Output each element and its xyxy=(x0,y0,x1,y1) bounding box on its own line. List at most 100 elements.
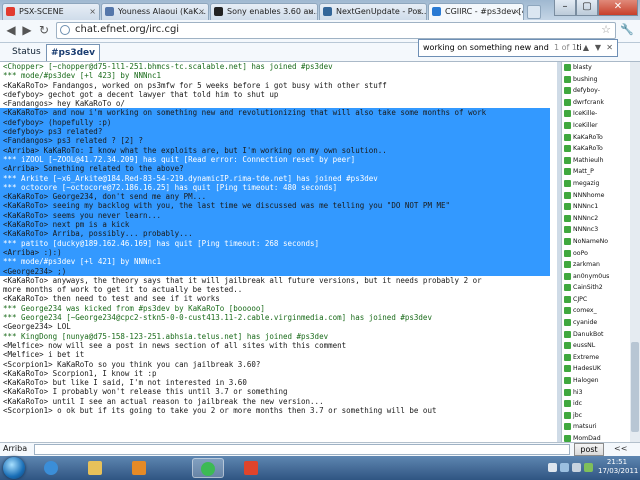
tab-close-icon[interactable]: × xyxy=(198,4,205,19)
nick-list-item[interactable]: IceKille- xyxy=(562,108,630,120)
nick-list-item[interactable]: KaKaRoTo xyxy=(562,132,630,144)
find-close-icon[interactable]: ✕ xyxy=(606,40,613,56)
nick-name: Halogen xyxy=(573,377,599,385)
windows-taskbar: 21:51 17/03/2011 xyxy=(0,456,640,480)
nick-list-item[interactable]: NNNnc1 xyxy=(562,201,630,213)
nick-list-item[interactable]: Mathieulh xyxy=(562,155,630,167)
media-player-icon xyxy=(132,461,146,475)
nick-list-item[interactable]: Matt_P xyxy=(562,166,630,178)
flag-icon[interactable] xyxy=(548,463,557,472)
chat-line: <defyboy> gechot got a decent lawyer tha… xyxy=(3,89,279,99)
nick-list-item[interactable]: Extreme xyxy=(562,352,630,364)
nick-list-item[interactable]: dwrfcrank xyxy=(562,97,630,109)
browser-tab[interactable]: NextGenUpdate - Pos... × xyxy=(319,3,427,20)
tab-status[interactable]: Status xyxy=(8,44,45,60)
nick-list-item[interactable]: NoNameNo xyxy=(562,236,630,248)
tab-label: CGIIRC - #ps3dev [4... xyxy=(445,7,523,16)
nick-list-item[interactable]: matsuri xyxy=(562,421,630,433)
back-icon[interactable]: ◀ xyxy=(4,23,18,37)
user-status-icon xyxy=(564,121,571,129)
user-status-icon xyxy=(564,214,571,222)
volume-icon[interactable] xyxy=(572,463,581,472)
nick-list-item[interactable]: MomDad xyxy=(562,433,630,442)
nick-list-item[interactable]: zarkman xyxy=(562,259,630,271)
nick-list-item[interactable]: Halogen xyxy=(562,375,630,387)
reload-icon[interactable]: ↻ xyxy=(37,23,51,37)
browser-tab[interactable]: Sony enables 3.60 au... × xyxy=(210,3,318,20)
nick-list-item[interactable]: KaKaRoTo xyxy=(562,143,630,155)
chat-line: <Melfice> i bet it xyxy=(3,350,85,360)
tab-label: PSX-SCENE xyxy=(19,7,64,16)
nick-list-item[interactable]: megazig xyxy=(562,178,630,190)
taskbar-button[interactable] xyxy=(124,458,156,478)
tab-ps3dev[interactable]: #ps3dev xyxy=(46,44,101,61)
taskbar-button[interactable] xyxy=(36,458,68,478)
nick-list-item[interactable]: blasty xyxy=(562,62,630,74)
nick-list-item[interactable]: IceKiller xyxy=(562,120,630,132)
find-next-icon[interactable]: ▼ xyxy=(595,40,601,56)
forward-icon[interactable]: ▶ xyxy=(20,23,34,37)
user-status-icon xyxy=(564,377,571,385)
taskbar-button[interactable] xyxy=(80,458,112,478)
browser-tab[interactable]: Youness Alaoui (KaK... × xyxy=(101,3,209,20)
nick-name: zarkman xyxy=(573,261,600,269)
nick-list-item[interactable]: eussNL xyxy=(562,340,630,352)
tab-close-icon[interactable]: × xyxy=(513,4,520,19)
tab-close-icon[interactable]: × xyxy=(307,4,314,19)
nick-list-item[interactable]: jbc xyxy=(562,410,630,422)
nick-list-item[interactable]: CainSith2 xyxy=(562,282,630,294)
maximize-button[interactable]: ▢ xyxy=(576,0,598,16)
network-icon[interactable] xyxy=(560,463,569,472)
new-tab-button[interactable] xyxy=(527,5,541,19)
post-button[interactable]: post xyxy=(574,443,604,456)
nick-list-item[interactable]: idc xyxy=(562,398,630,410)
nick-list-item[interactable]: HadesUK xyxy=(562,363,630,375)
nick-list-item[interactable]: CJPC xyxy=(562,294,630,306)
nick-list[interactable]: blasty bushing defyboy-dwrfcrank IceKille- I… xyxy=(561,62,630,442)
chat-line: <KaKaRoTo> seeing my backlog with you, t… xyxy=(0,201,550,211)
chat-line: <Arriba> KaKaRoTo: I know what the explo… xyxy=(0,145,550,155)
minimize-button[interactable]: – xyxy=(554,0,576,16)
nick-list-item[interactable]: cyanide xyxy=(562,317,630,329)
chat-line: *** Arkite [~x6_Arkite@184.Red-83-54-219… xyxy=(0,173,550,183)
address-url: chat.efnet.org/irc.cgi xyxy=(75,24,180,35)
start-button[interactable] xyxy=(3,457,25,479)
taskbar-button[interactable] xyxy=(236,458,268,478)
nick-list-item[interactable]: an0nym0us xyxy=(562,271,630,283)
nick-list-item[interactable]: DanukBot xyxy=(562,329,630,341)
tab-close-icon[interactable]: × xyxy=(89,4,96,19)
scrollbar-thumb[interactable] xyxy=(631,342,639,432)
chat-line: <KaKaRoTo> I probably won't release this… xyxy=(3,387,288,397)
tab-close-icon[interactable]: × xyxy=(416,4,423,19)
nav-back-button[interactable]: << xyxy=(614,444,627,453)
nick-name: NoNameNo xyxy=(573,237,609,245)
user-status-icon xyxy=(564,261,571,269)
nick-list-item[interactable]: defyboy- xyxy=(562,85,630,97)
nick-list-item[interactable]: bushing xyxy=(562,74,630,86)
address-bar[interactable]: chat.efnet.org/irc.cgi ☆ xyxy=(56,22,616,39)
wrench-icon[interactable]: 🔧 xyxy=(620,23,634,36)
find-previous-icon[interactable]: ▲ xyxy=(583,40,589,56)
nick-list-item[interactable]: NNNnc2 xyxy=(562,213,630,225)
taskbar-button[interactable] xyxy=(192,458,224,478)
clock[interactable]: 21:51 17/03/2011 xyxy=(598,458,638,476)
nick-name: idc xyxy=(573,400,583,408)
bookmark-star-icon[interactable]: ☆ xyxy=(601,23,611,36)
nick-list-item[interactable]: NNNnc3 xyxy=(562,224,630,236)
chat-line: <Scorpion1> o ok but if its going to tak… xyxy=(3,405,437,415)
nick-list-item[interactable]: ooPo xyxy=(562,248,630,260)
chat-log[interactable]: <Chopper> [~chopper@d75-1l1-251.bhmcs-tc… xyxy=(0,62,557,442)
nick-name: blasty xyxy=(573,64,592,71)
nick-list-scrollbar[interactable] xyxy=(630,62,640,442)
chat-line: <Melfice> now will see a post in news se… xyxy=(3,340,347,350)
nick-list-item[interactable]: comex_ xyxy=(562,305,630,317)
user-status-icon xyxy=(564,110,571,118)
nick-list-item[interactable]: NNNhome xyxy=(562,190,630,202)
browser-tab[interactable]: CGIIRC - #ps3dev [4...× xyxy=(428,3,524,20)
message-input[interactable] xyxy=(34,444,570,455)
user-status-icon xyxy=(564,64,571,71)
nick-list-item[interactable]: hi3 xyxy=(562,387,630,399)
battery-icon[interactable] xyxy=(584,463,593,472)
close-window-button[interactable]: ✕ xyxy=(598,0,638,16)
browser-tab[interactable]: PSX-SCENE × xyxy=(2,3,100,20)
